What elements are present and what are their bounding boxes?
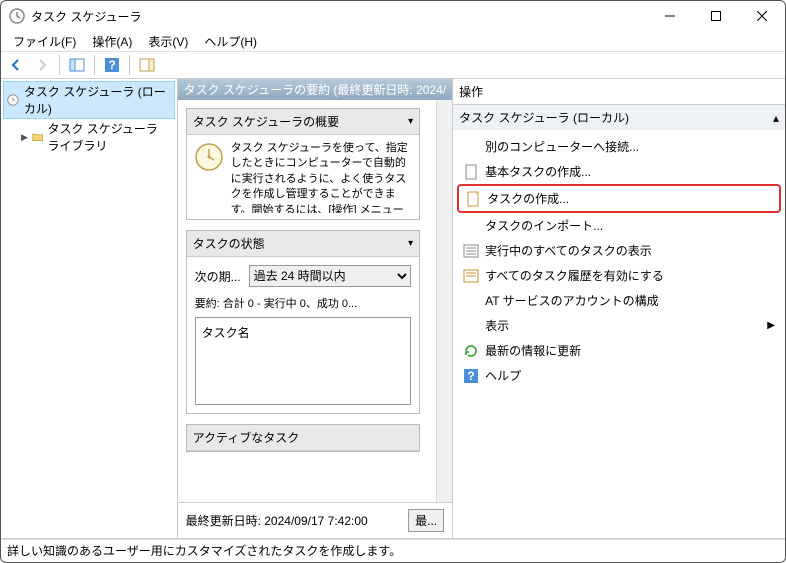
action-label: ヘルプ [485,367,521,384]
clock-icon [6,92,20,108]
list-icon [463,243,479,259]
forward-button[interactable] [31,54,53,76]
back-button[interactable] [5,54,27,76]
history-icon [463,268,479,284]
blank-icon [463,293,479,309]
action-import-task[interactable]: タスクのインポート... [457,213,781,238]
action-label: 最新の情報に更新 [485,342,581,359]
svg-text:?: ? [108,58,115,72]
refresh-icon [463,343,479,359]
tree-library[interactable]: ▶ タスク スケジューラ ライブラリ [19,119,175,155]
window-title: タスク スケジューラ [31,8,647,25]
tree-pane: タスク スケジューラ (ローカル) ▶ タスク スケジューラ ライブラリ [1,79,178,538]
active-title: アクティブなタスク [193,429,300,446]
show-hide-actions-button[interactable] [136,54,158,76]
center-pane: タスク スケジューラの要約 (最終更新日時: 2024/ タスク スケジューラの… [178,79,454,538]
toolbar: ? [1,51,785,79]
blank-icon [463,139,479,155]
svg-text:?: ? [467,369,474,383]
clock-large-icon [193,141,225,173]
state-summary: 要約: 合計 0 - 実行中 0、成功 0... [195,295,412,311]
action-help[interactable]: ? ヘルプ [457,363,781,388]
task-column-name: タスク名 [202,326,250,340]
overview-title: タスク スケジューラの概要 [193,113,340,130]
document-icon [463,164,479,180]
action-view[interactable]: 表示 ▶ [457,313,781,338]
action-connect[interactable]: 別のコンピューターへ接続... [457,134,781,159]
collapse-up-icon[interactable]: ▴ [773,111,779,125]
app-icon [9,8,25,24]
actions-group-header: タスク スケジューラ (ローカル) ▴ [453,105,785,130]
menu-view[interactable]: 表示(V) [142,31,194,51]
chevron-right-icon: ▶ [21,132,28,143]
tree-library-label: タスク スケジューラ ライブラリ [47,120,172,154]
center-bottom-bar: 最終更新日時: 2024/09/17 7:42:00 最... [178,502,453,538]
actions-group-title: タスク スケジューラ (ローカル) [459,109,629,126]
action-label: 表示 [485,317,761,334]
overview-section: タスク スケジューラの概要 ▾ タスク スケジューラを使って、指定したときにコン… [186,108,421,220]
action-refresh[interactable]: 最新の情報に更新 [457,338,781,363]
close-button[interactable] [739,1,785,31]
actions-pane-title: 操作 [453,79,785,105]
statusbar: 詳しい知識のあるユーザー用にカスタマイズされたタスクを作成します。 [1,539,785,561]
action-at-service[interactable]: AT サービスのアカウントの構成 [457,288,781,313]
action-enable-history[interactable]: すべてのタスク履歴を有効にする [457,263,781,288]
state-title: タスクの状態 [193,235,265,252]
tree-root-label: タスク スケジューラ (ローカル) [24,83,172,117]
last-updated-text: 最終更新日時: 2024/09/17 7:42:00 [186,512,403,529]
state-period-select[interactable]: 過去 24 時間以内 [249,265,412,287]
action-label: 別のコンピューターへ接続... [485,138,639,155]
action-label: すべてのタスク履歴を有効にする [485,267,664,284]
menu-help[interactable]: ヘルプ(H) [198,31,263,51]
summary-header: タスク スケジューラの要約 (最終更新日時: 2024/ [178,79,453,100]
action-create-task[interactable]: タスクの作成... [457,184,781,213]
blank-icon [463,218,479,234]
show-hide-tree-button[interactable] [66,54,88,76]
action-label: 実行中のすべてのタスクの表示 [485,242,652,259]
tree-root[interactable]: タスク スケジューラ (ローカル) [3,81,175,119]
collapse-icon[interactable]: ▾ [408,238,413,249]
actions-pane: 操作 タスク スケジューラ (ローカル) ▴ 別のコンピューターへ接続... 基… [453,79,785,538]
action-label: タスクの作成... [487,190,569,207]
action-label: タスクのインポート... [485,217,603,234]
state-section: タスクの状態 ▾ 次の期... 過去 24 時間以内 要約: 合計 0 - 実行… [186,230,421,414]
overview-text: タスク スケジューラを使って、指定したときにコンピューターで自動的に実行されるよ… [231,141,414,213]
new-task-icon [465,191,481,207]
menu-file[interactable]: ファイル(F) [7,31,82,51]
center-scrollbar[interactable] [436,100,452,502]
statusbar-text: 詳しい知識のあるユーザー用にカスタマイズされたタスクを作成します。 [7,542,401,559]
folder-icon [32,129,44,145]
chevron-right-icon: ▶ [767,320,775,331]
maximize-button[interactable] [693,1,739,31]
active-section: アクティブなタスク [186,424,421,452]
titlebar: タスク スケジューラ [1,1,785,31]
main-content: タスク スケジューラ (ローカル) ▶ タスク スケジューラ ライブラリ タスク… [1,79,785,539]
action-create-basic-task[interactable]: 基本タスクの作成... [457,159,781,184]
help-icon: ? [463,368,479,384]
action-show-running[interactable]: 実行中のすべてのタスクの表示 [457,238,781,263]
blank-icon [463,318,479,334]
refresh-button-short[interactable]: 最... [408,509,444,532]
action-label: AT サービスのアカウントの構成 [485,292,659,309]
state-period-label: 次の期... [195,268,241,285]
help-button[interactable]: ? [101,54,123,76]
menubar: ファイル(F) 操作(A) 表示(V) ヘルプ(H) [1,31,785,51]
minimize-button[interactable] [647,1,693,31]
collapse-icon[interactable]: ▾ [408,116,413,127]
action-label: 基本タスクの作成... [485,163,591,180]
menu-action[interactable]: 操作(A) [86,31,138,51]
task-list-box: タスク名 [195,317,412,405]
